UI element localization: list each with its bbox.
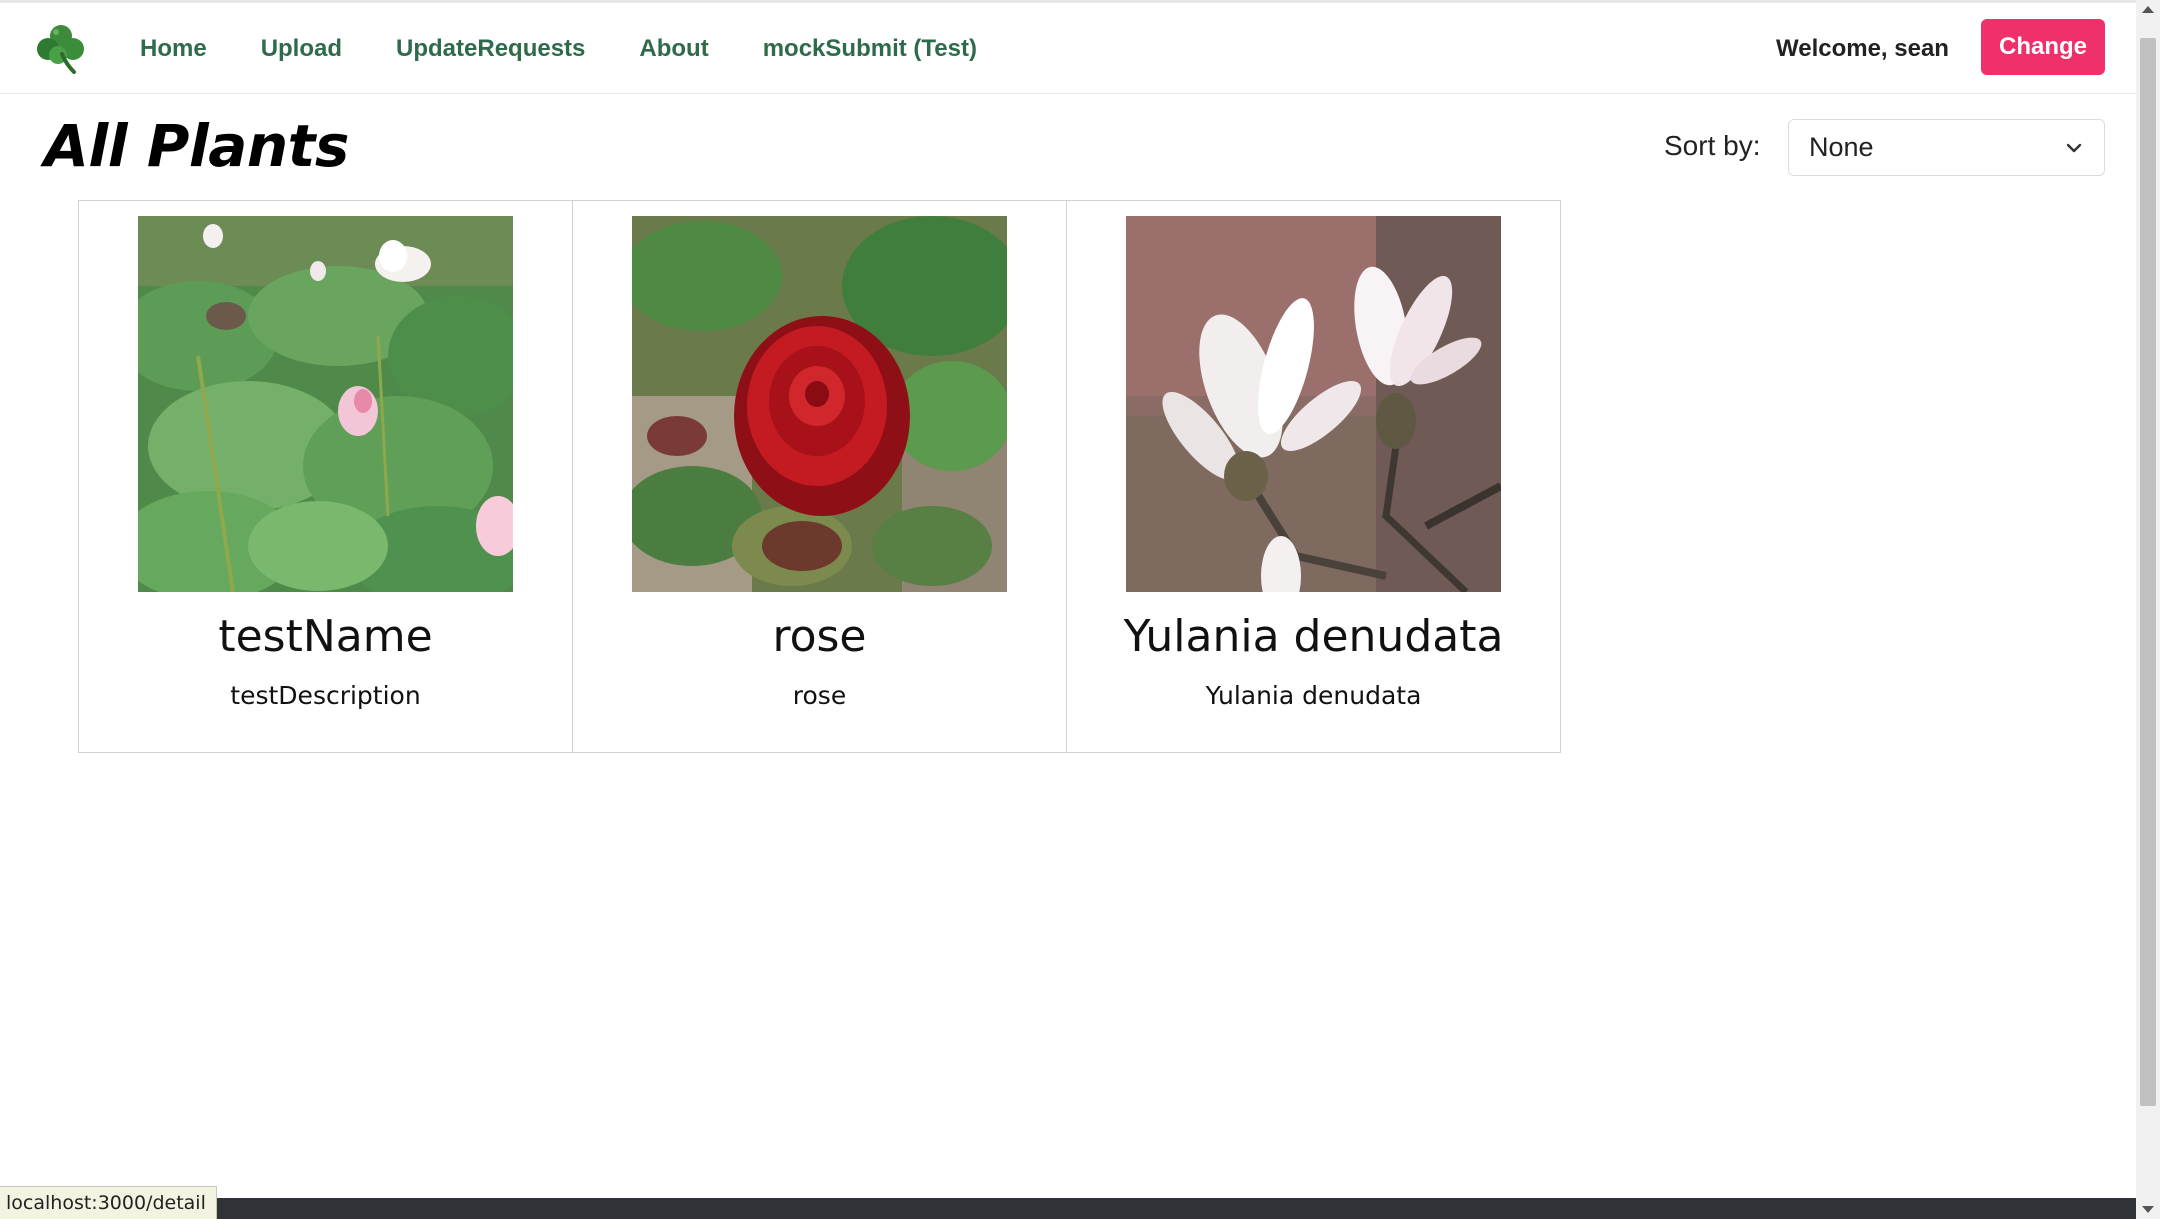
scroll-up-arrow-icon[interactable]	[2142, 6, 2154, 13]
red-rose-photo[interactable]	[632, 216, 1007, 592]
nav-links: Home Upload UpdateRequests About mockSub…	[140, 3, 1031, 94]
scroll-down-arrow-icon[interactable]	[2142, 1206, 2154, 1213]
scroll-thumb[interactable]	[2140, 38, 2156, 1106]
welcome-text: Welcome, sean	[1776, 34, 1949, 62]
vertical-scrollbar[interactable]	[2136, 0, 2160, 1219]
nav-link-upload[interactable]: Upload	[261, 35, 342, 63]
change-button[interactable]: Change	[1981, 19, 2105, 75]
sort-select[interactable]: None	[1788, 119, 2105, 176]
page-title: All Plants	[44, 112, 349, 180]
plant-name: rose	[772, 611, 867, 662]
nav-link-about[interactable]: About	[639, 35, 708, 63]
white-magnolia-photo[interactable]	[1126, 216, 1501, 592]
nav-link-mock-submit[interactable]: mockSubmit (Test)	[763, 35, 977, 63]
plant-description: rose	[792, 681, 847, 710]
plant-card[interactable]: testName testDescription	[78, 200, 573, 753]
clover-icon[interactable]	[36, 22, 86, 74]
plant-card[interactable]: rose rose	[572, 200, 1067, 753]
bottom-bar	[0, 1198, 2136, 1219]
lotus-photo[interactable]	[138, 216, 513, 592]
chevron-down-icon	[2064, 138, 2084, 158]
plant-name: testName	[218, 611, 433, 662]
plant-description: testDescription	[230, 681, 421, 710]
nav-link-update-requests[interactable]: UpdateRequests	[396, 35, 585, 63]
sort-selected-value: None	[1809, 132, 1874, 162]
nav-link-home[interactable]: Home	[140, 35, 207, 63]
navbar: Home Upload UpdateRequests About mockSub…	[0, 3, 2136, 94]
sort-label: Sort by:	[1664, 130, 1761, 161]
plant-grid: testName testDescription rose rose Yulan…	[78, 200, 1561, 753]
plant-name: Yulania denudata	[1123, 611, 1504, 662]
status-url: localhost:3000/detail	[0, 1186, 217, 1219]
plant-card[interactable]: Yulania denudata Yulania denudata	[1066, 200, 1561, 753]
plant-description: Yulania denudata	[1205, 681, 1422, 710]
